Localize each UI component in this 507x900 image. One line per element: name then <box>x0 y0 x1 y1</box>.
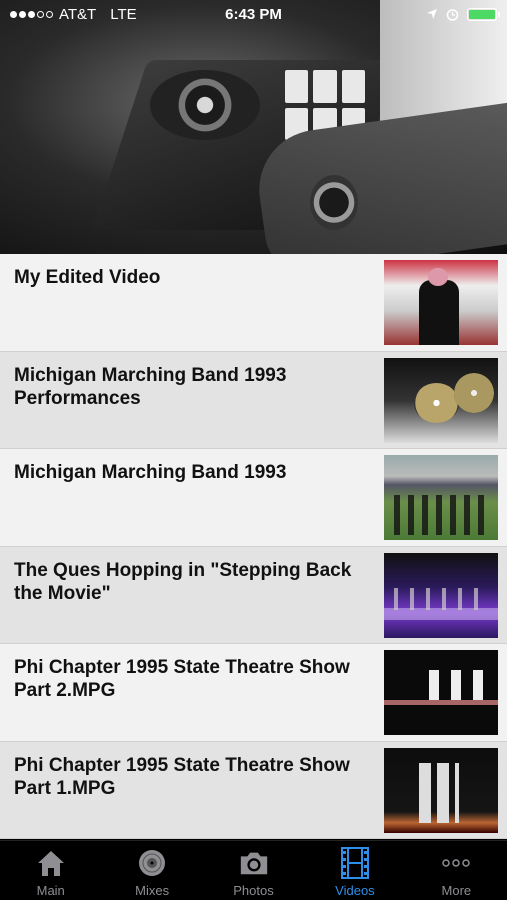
tab-bar: Main Mixes Photos Videos More <box>0 840 507 900</box>
video-thumbnail <box>384 357 498 443</box>
tab-mixes[interactable]: Mixes <box>101 841 202 900</box>
tab-photos[interactable]: Photos <box>203 841 304 900</box>
video-title: Phi Chapter 1995 State Theatre Show Part… <box>14 657 350 701</box>
video-row[interactable]: Phi Chapter 1995 State Theatre Show Part… <box>0 741 507 839</box>
network-label: LTE <box>110 5 137 23</box>
tab-photos-label: Photos <box>233 883 274 898</box>
video-row[interactable]: Phi Chapter 1995 State Theatre Show Part… <box>0 644 507 742</box>
video-title: Michigan Marching Band 1993 Performances <box>14 364 287 409</box>
jog-wheel-graphic <box>150 70 260 140</box>
video-list: My Edited Video Michigan Marching Band 1… <box>0 254 507 839</box>
video-title: Michigan Marching Band 1993 <box>14 462 287 483</box>
video-row[interactable]: Michigan Marching Band 1993 <box>0 449 507 547</box>
alarm-icon <box>446 8 459 21</box>
status-bar: AT&T LTE 6:43 PM <box>0 0 507 28</box>
location-icon <box>427 9 437 19</box>
video-thumbnail <box>384 455 498 540</box>
tab-main-label: Main <box>36 883 65 898</box>
home-icon <box>37 851 64 876</box>
tab-videos[interactable]: Videos <box>304 841 405 900</box>
carrier-label: AT&T <box>59 5 97 23</box>
video-title: The Ques Hopping in "Stepping Back the M… <box>14 559 352 604</box>
tab-mixes-label: Mixes <box>135 883 170 898</box>
clock: 6:43 PM <box>225 5 282 23</box>
header-image <box>0 0 507 254</box>
video-thumbnail <box>384 552 498 638</box>
vinyl-icon <box>139 850 166 876</box>
tab-more-label: More <box>441 883 472 898</box>
camera-icon <box>240 852 267 875</box>
signal-strength-icon <box>10 10 53 18</box>
video-thumbnail <box>384 650 498 735</box>
tab-videos-label: Videos <box>335 883 375 898</box>
video-thumbnail <box>384 260 498 345</box>
battery-icon <box>467 7 500 21</box>
more-icon <box>442 859 471 867</box>
film-icon <box>340 847 369 879</box>
tab-main[interactable]: Main <box>0 841 101 900</box>
video-row[interactable]: Michigan Marching Band 1993 Performances <box>0 351 507 449</box>
watch-graphic <box>310 175 358 230</box>
tab-more[interactable]: More <box>406 841 507 900</box>
video-thumbnail <box>384 747 498 833</box>
video-row[interactable]: My Edited Video <box>0 254 507 352</box>
video-title: Phi Chapter 1995 State Theatre Show Part… <box>14 754 350 799</box>
video-title: My Edited Video <box>14 267 161 288</box>
video-row[interactable]: The Ques Hopping in "Stepping Back the M… <box>0 546 507 644</box>
